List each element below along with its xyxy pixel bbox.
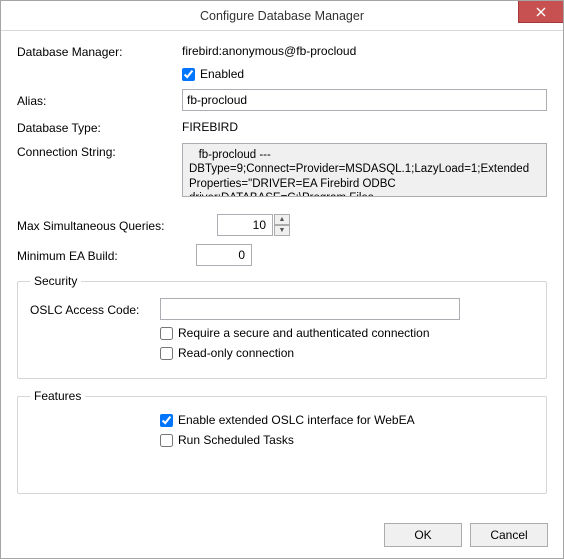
titlebar: Configure Database Manager <box>1 1 563 31</box>
security-group: Security OSLC Access Code: Require a sec… <box>17 274 547 379</box>
run-scheduled-checkbox-input[interactable] <box>160 434 173 447</box>
max-queries-input[interactable] <box>217 214 273 236</box>
enabled-checkbox-input[interactable] <box>182 68 195 81</box>
label-db-type: Database Type: <box>17 119 182 135</box>
value-db-manager: firebird:anonymous@fb-procloud <box>182 44 547 58</box>
label-db-manager: Database Manager: <box>17 43 182 59</box>
enabled-checkbox[interactable]: Enabled <box>182 67 244 81</box>
enabled-checkbox-label: Enabled <box>200 67 244 81</box>
row-db-manager: Database Manager: firebird:anonymous@fb-… <box>17 43 547 59</box>
label-alias: Alias: <box>17 92 182 108</box>
oslc-code-input[interactable] <box>160 298 460 320</box>
row-read-only: Read-only connection <box>30 346 534 360</box>
value-db-type: FIREBIRD <box>182 120 547 134</box>
max-queries-spinner: ▲ ▼ <box>274 214 290 236</box>
enable-oslc-webea-label: Enable extended OSLC interface for WebEA <box>178 413 415 427</box>
label-conn-string: Connection String: <box>17 143 182 159</box>
cancel-button[interactable]: Cancel <box>470 523 548 547</box>
run-scheduled-label: Run Scheduled Tasks <box>178 433 294 447</box>
require-secure-checkbox-input[interactable] <box>160 327 173 340</box>
enable-oslc-webea-checkbox-input[interactable] <box>160 414 173 427</box>
spinner-up-button[interactable]: ▲ <box>274 214 290 225</box>
row-enabled: Enabled <box>17 67 547 81</box>
row-require-secure: Require a secure and authenticated conne… <box>30 326 534 340</box>
features-group: Features Enable extended OSLC interface … <box>17 389 547 494</box>
label-oslc-code: OSLC Access Code: <box>30 301 160 317</box>
row-run-scheduled: Run Scheduled Tasks <box>30 433 534 447</box>
row-db-type: Database Type: FIREBIRD <box>17 119 547 135</box>
conn-string-textarea[interactable] <box>182 143 547 197</box>
close-button[interactable] <box>518 1 563 23</box>
dialog-title: Configure Database Manager <box>1 9 563 23</box>
alias-input[interactable] <box>182 89 547 111</box>
require-secure-checkbox[interactable]: Require a secure and authenticated conne… <box>160 326 430 340</box>
run-scheduled-checkbox[interactable]: Run Scheduled Tasks <box>160 433 294 447</box>
row-alias: Alias: <box>17 89 547 111</box>
row-max-queries: Max Simultaneous Queries: ▲ ▼ <box>17 214 547 236</box>
read-only-checkbox[interactable]: Read-only connection <box>160 346 294 360</box>
ok-button[interactable]: OK <box>384 523 462 547</box>
read-only-checkbox-input[interactable] <box>160 347 173 360</box>
read-only-label: Read-only connection <box>178 346 294 360</box>
label-min-build: Minimum EA Build: <box>17 247 182 263</box>
label-max-queries: Max Simultaneous Queries: <box>17 217 182 233</box>
require-secure-label: Require a secure and authenticated conne… <box>178 326 430 340</box>
button-bar: OK Cancel <box>384 523 548 547</box>
min-build-input[interactable] <box>196 244 252 266</box>
dialog-content: Database Manager: firebird:anonymous@fb-… <box>1 31 563 514</box>
close-icon <box>536 7 546 17</box>
row-conn-string: Connection String: <box>17 143 547 200</box>
row-min-build: Minimum EA Build: <box>17 244 547 266</box>
security-legend: Security <box>30 274 81 288</box>
row-oslc-code: OSLC Access Code: <box>30 298 534 320</box>
row-enable-oslc-webea: Enable extended OSLC interface for WebEA <box>30 413 534 427</box>
features-legend: Features <box>30 389 85 403</box>
spinner-down-button[interactable]: ▼ <box>274 225 290 236</box>
enable-oslc-webea-checkbox[interactable]: Enable extended OSLC interface for WebEA <box>160 413 415 427</box>
